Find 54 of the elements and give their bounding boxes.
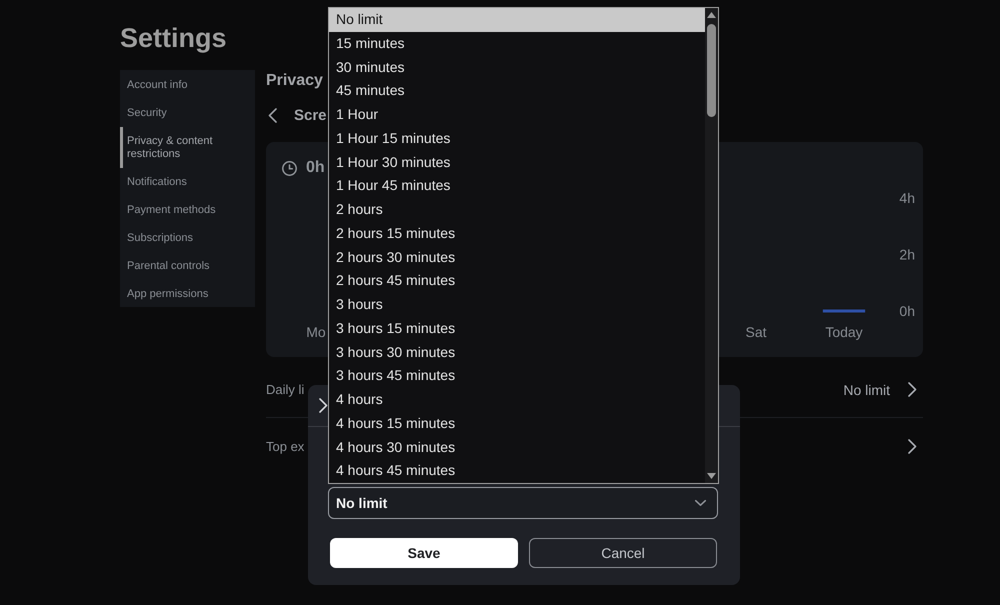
chevron-down-icon bbox=[695, 500, 706, 506]
row-label: Top ex bbox=[266, 438, 304, 454]
chevron-right-icon[interactable] bbox=[908, 438, 917, 454]
back-chevron-icon[interactable] bbox=[268, 108, 277, 122]
dropdown-option[interactable]: 2 hours 45 minutes bbox=[329, 269, 705, 293]
sidebar-item[interactable]: Parental controls bbox=[120, 252, 255, 280]
axis-label: 2h bbox=[899, 246, 915, 262]
sidebar-item[interactable]: Privacy & content restrictions bbox=[120, 127, 255, 168]
dropdown-option[interactable]: No limit bbox=[329, 8, 705, 32]
dropdown-option[interactable]: 45 minutes bbox=[329, 79, 705, 103]
scrollbar-thumb[interactable] bbox=[707, 24, 716, 117]
axis-label: Sat bbox=[746, 324, 766, 340]
dropdown-option[interactable]: 1 Hour 45 minutes bbox=[329, 174, 705, 198]
page-heading: Privacy bbox=[266, 71, 323, 91]
dropdown-option[interactable]: 2 hours 15 minutes bbox=[329, 222, 705, 246]
chevron-right-icon[interactable] bbox=[319, 398, 328, 413]
row-label: Daily li bbox=[266, 382, 304, 397]
usage-total: 0h bbox=[306, 159, 325, 177]
dropdown-option[interactable]: 30 minutes bbox=[329, 56, 705, 80]
dropdown-option[interactable]: 3 hours 45 minutes bbox=[329, 364, 705, 388]
chevron-right-icon[interactable] bbox=[908, 382, 917, 397]
dropdown-option[interactable]: 4 hours 15 minutes bbox=[329, 412, 705, 436]
sidebar-item[interactable]: Notifications bbox=[120, 168, 255, 196]
page-title: Settings bbox=[120, 22, 227, 54]
dropdown-option[interactable]: 4 hours bbox=[329, 388, 705, 412]
dropdown-option[interactable]: 1 Hour 15 minutes bbox=[329, 126, 705, 150]
sidebar-item[interactable]: App permissions bbox=[120, 280, 255, 308]
dropdown-field[interactable]: No limit bbox=[328, 487, 718, 519]
axis-label: 4h bbox=[899, 190, 915, 206]
dropdown-option[interactable]: 1 Hour 30 minutes bbox=[329, 150, 705, 174]
dropdown-option[interactable]: 4 hours 30 minutes bbox=[329, 436, 705, 460]
dropdown-option[interactable]: 3 hours 30 minutes bbox=[329, 340, 705, 364]
axis-label: Today bbox=[825, 324, 863, 340]
scrollbar[interactable] bbox=[705, 8, 718, 483]
dropdown-option[interactable]: 2 hours bbox=[329, 198, 705, 222]
clock-icon bbox=[282, 160, 297, 176]
sidebar-item[interactable]: Security bbox=[120, 99, 255, 127]
section-title: Scre bbox=[294, 106, 327, 124]
sidebar-item[interactable]: Payment methods bbox=[120, 196, 255, 224]
dropdown-option[interactable]: 3 hours bbox=[329, 293, 705, 317]
triangle-down-icon[interactable] bbox=[707, 473, 716, 479]
dropdown-option[interactable]: 15 minutes bbox=[329, 32, 705, 56]
cancel-button[interactable]: Cancel bbox=[529, 538, 717, 568]
dropdown-option[interactable]: 3 hours 15 minutes bbox=[329, 316, 705, 340]
triangle-up-icon[interactable] bbox=[707, 12, 716, 18]
row-value: No limit bbox=[843, 382, 890, 398]
axis-label: Mo bbox=[306, 324, 326, 340]
axis-label: 0h bbox=[899, 303, 915, 319]
sidebar-item[interactable]: Subscriptions bbox=[120, 224, 255, 252]
save-button[interactable]: Save bbox=[330, 538, 518, 568]
dropdown-option[interactable]: 1 Hour bbox=[329, 103, 705, 127]
dropdown-option[interactable]: 2 hours 30 minutes bbox=[329, 246, 705, 270]
sidebar-item[interactable]: Account info bbox=[120, 71, 255, 99]
dropdown-option[interactable]: 4 hours 45 minutes bbox=[329, 459, 705, 483]
